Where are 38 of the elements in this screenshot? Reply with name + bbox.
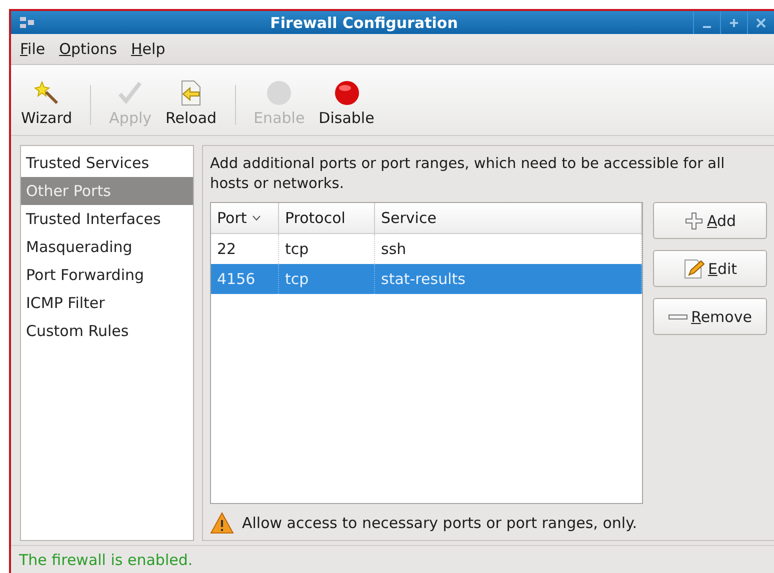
toolbar-button[interactable]: Reload	[162, 80, 221, 127]
category-item[interactable]: Trusted Services	[21, 149, 193, 177]
table-cell: tcp	[279, 264, 375, 294]
menu-item[interactable]: Help	[131, 40, 166, 58]
action-button[interactable]: Add	[653, 202, 767, 239]
minus-icon	[668, 312, 688, 322]
warning-text: Allow access to necessary ports or port ranges, only.	[242, 514, 638, 532]
app-icon	[19, 14, 35, 30]
warning-icon	[210, 512, 234, 534]
status-text: The firewall is enabled.	[19, 550, 193, 568]
category-item[interactable]: Masquerading	[21, 233, 193, 261]
category-item[interactable]: Trusted Interfaces	[21, 205, 193, 233]
plus-icon	[684, 210, 704, 230]
column-header[interactable]: Service	[375, 203, 642, 233]
category-item[interactable]: Port Forwarding	[21, 261, 193, 289]
menu-item[interactable]: File	[20, 40, 46, 58]
checkmark-icon	[117, 80, 144, 106]
category-item[interactable]: Custom Rules	[21, 317, 193, 345]
minimize-icon	[703, 26, 711, 28]
close-icon	[756, 18, 766, 28]
column-header[interactable]: Protocol	[279, 203, 375, 233]
table-cell: 4156	[211, 264, 279, 294]
category-item[interactable]: ICMP Filter	[21, 289, 193, 317]
circle-icon	[266, 80, 292, 106]
toolbar-button[interactable]: Wizard	[17, 80, 76, 127]
action-button[interactable]: Edit	[653, 250, 767, 287]
toolbar-button[interactable]: Disable	[314, 80, 378, 127]
document-arrow-icon	[179, 80, 204, 106]
document-pencil-icon	[682, 258, 705, 280]
plus-icon	[729, 18, 739, 28]
table-cell: stat-results	[375, 264, 642, 294]
description-text: Add additional ports or port ranges, which need to be accessible for all hosts or networks.	[210, 155, 726, 194]
menu-item[interactable]: Options	[59, 40, 118, 58]
window-title: Firewall Configuration	[269, 14, 459, 32]
magic-wand-icon	[34, 80, 60, 106]
action-button[interactable]: Remove	[653, 298, 767, 335]
column-header[interactable]: Port	[211, 203, 279, 233]
stop-light-icon	[334, 80, 360, 106]
